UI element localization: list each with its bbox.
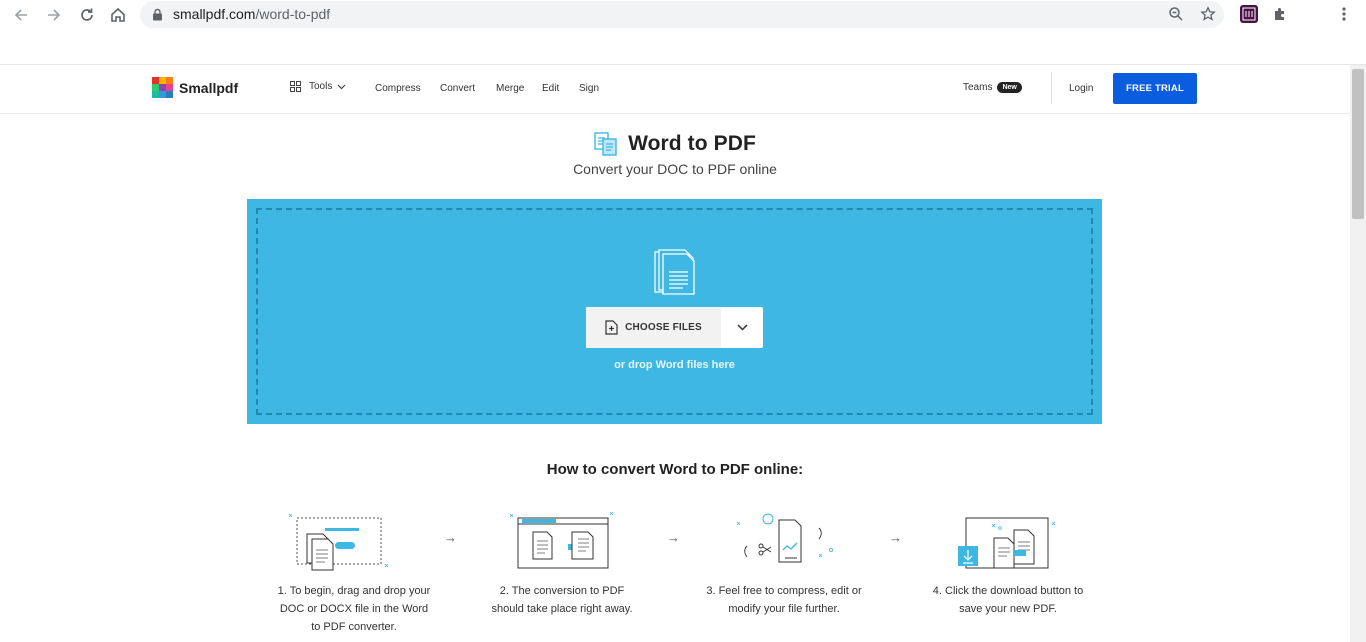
nav-merge[interactable]: Merge (496, 83, 524, 94)
step-4-line1: 4. Click the download button to (932, 585, 1084, 597)
title-row: Word to PDF (0, 132, 1350, 156)
reload-icon[interactable] (76, 4, 98, 26)
choose-files-dropdown[interactable] (721, 307, 763, 348)
page-scrollbar[interactable] (1350, 65, 1366, 642)
nav-tools-label: Tools (309, 81, 333, 92)
conversion-illustration (509, 511, 614, 569)
nav-convert[interactable]: Convert (440, 83, 475, 94)
step-2-text: 2. The conversion to PDF should take pla… (462, 582, 662, 618)
extension-icon[interactable] (1240, 5, 1258, 23)
step-arrow-icon: → (667, 530, 680, 545)
menu-kebab-icon[interactable] (1334, 4, 1354, 24)
lock-icon (152, 8, 163, 26)
login-link[interactable]: Login (1069, 83, 1093, 94)
browser-toolbar: smallpdf.com/word-to-pdf (0, 0, 1366, 30)
logo-icon (152, 77, 173, 98)
zoom-icon[interactable] (1166, 4, 1186, 24)
logo[interactable]: Smallpdf (152, 77, 238, 98)
step-1-line2: DOC or DOCX file in the Word (279, 603, 429, 615)
forward-icon[interactable] (43, 4, 65, 26)
home-icon[interactable] (107, 4, 129, 26)
nav-sign[interactable]: Sign (579, 83, 599, 94)
url-text: smallpdf.com/word-to-pdf (173, 6, 330, 22)
back-icon[interactable] (10, 4, 32, 26)
nav-edit[interactable]: Edit (542, 83, 559, 94)
step-arrow-icon: → (889, 530, 902, 545)
site-header: Smallpdf Tools Compress Convert Merge Ed… (0, 65, 1350, 114)
url-host: smallpdf.com (173, 6, 256, 22)
choose-files-label: CHOOSE FILES (625, 322, 702, 333)
scrollbar-thumb[interactable] (1352, 69, 1364, 219)
header-divider (1051, 72, 1052, 104)
nav-tools[interactable]: Tools (290, 81, 346, 92)
drag-drop-illustration (288, 513, 389, 571)
word-to-pdf-icon (594, 132, 617, 156)
step-3-line2: modify your file further. (728, 603, 840, 615)
page-title: Word to PDF (628, 132, 756, 155)
choose-files-group: CHOOSE FILES (586, 307, 763, 348)
howto-title: How to convert Word to PDF online: (546, 461, 804, 478)
url-path: /word-to-pdf (255, 6, 331, 22)
documents-icon (654, 249, 695, 295)
page-subtitle: Convert your DOC to PDF online (573, 161, 777, 177)
bookmark-star-icon[interactable] (1198, 4, 1218, 24)
file-add-icon (605, 320, 618, 335)
step-arrow-icon: → (444, 530, 457, 545)
choose-files-button[interactable]: CHOOSE FILES (586, 307, 721, 348)
step-1-line1: 1. To begin, drag and drop your (277, 585, 431, 597)
step-2-line1: 2. The conversion to PDF (499, 585, 625, 597)
download-illustration (958, 517, 1056, 569)
puzzle-icon[interactable] (1270, 4, 1290, 24)
free-trial-button[interactable]: FREE TRIAL (1113, 73, 1197, 104)
step-3-text: 3. Feel free to compress, edit or modify… (684, 582, 884, 618)
logo-text: Smallpdf (179, 79, 239, 96)
step-4-line2: save your new PDF. (959, 603, 1057, 615)
teams-label: Teams (963, 82, 993, 93)
step-3-line1: 3. Feel free to compress, edit or (706, 585, 862, 597)
step-1-text: 1. To begin, drag and drop your DOC or D… (254, 582, 454, 636)
new-badge: New (997, 82, 1022, 93)
chevron-down-icon (337, 84, 346, 89)
grid-icon (290, 81, 301, 92)
address-bar[interactable]: smallpdf.com/word-to-pdf (140, 1, 1224, 28)
chevron-down-icon (736, 324, 748, 331)
edit-compress-illustration (736, 513, 834, 563)
step-2-line2: should take place right away. (491, 603, 633, 615)
drop-hint: or drop Word files here (614, 359, 735, 371)
step-4-text: 4. Click the download button to save you… (908, 582, 1108, 618)
nav-compress[interactable]: Compress (375, 83, 421, 94)
nav-teams[interactable]: Teams New (963, 82, 1022, 93)
step-1-line3: to PDF converter. (311, 621, 397, 633)
